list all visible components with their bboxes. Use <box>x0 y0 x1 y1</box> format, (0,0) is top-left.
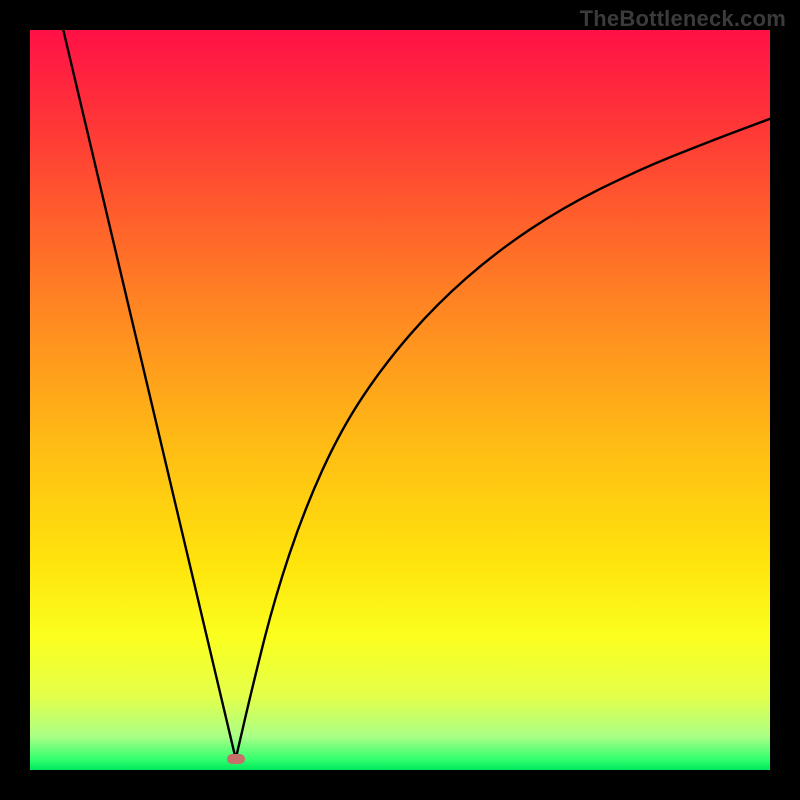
plot-area <box>30 30 770 770</box>
min-marker <box>227 754 245 764</box>
chart-frame: TheBottleneck.com <box>0 0 800 800</box>
watermark-text: TheBottleneck.com <box>580 6 786 32</box>
bottleneck-curve <box>30 30 770 770</box>
